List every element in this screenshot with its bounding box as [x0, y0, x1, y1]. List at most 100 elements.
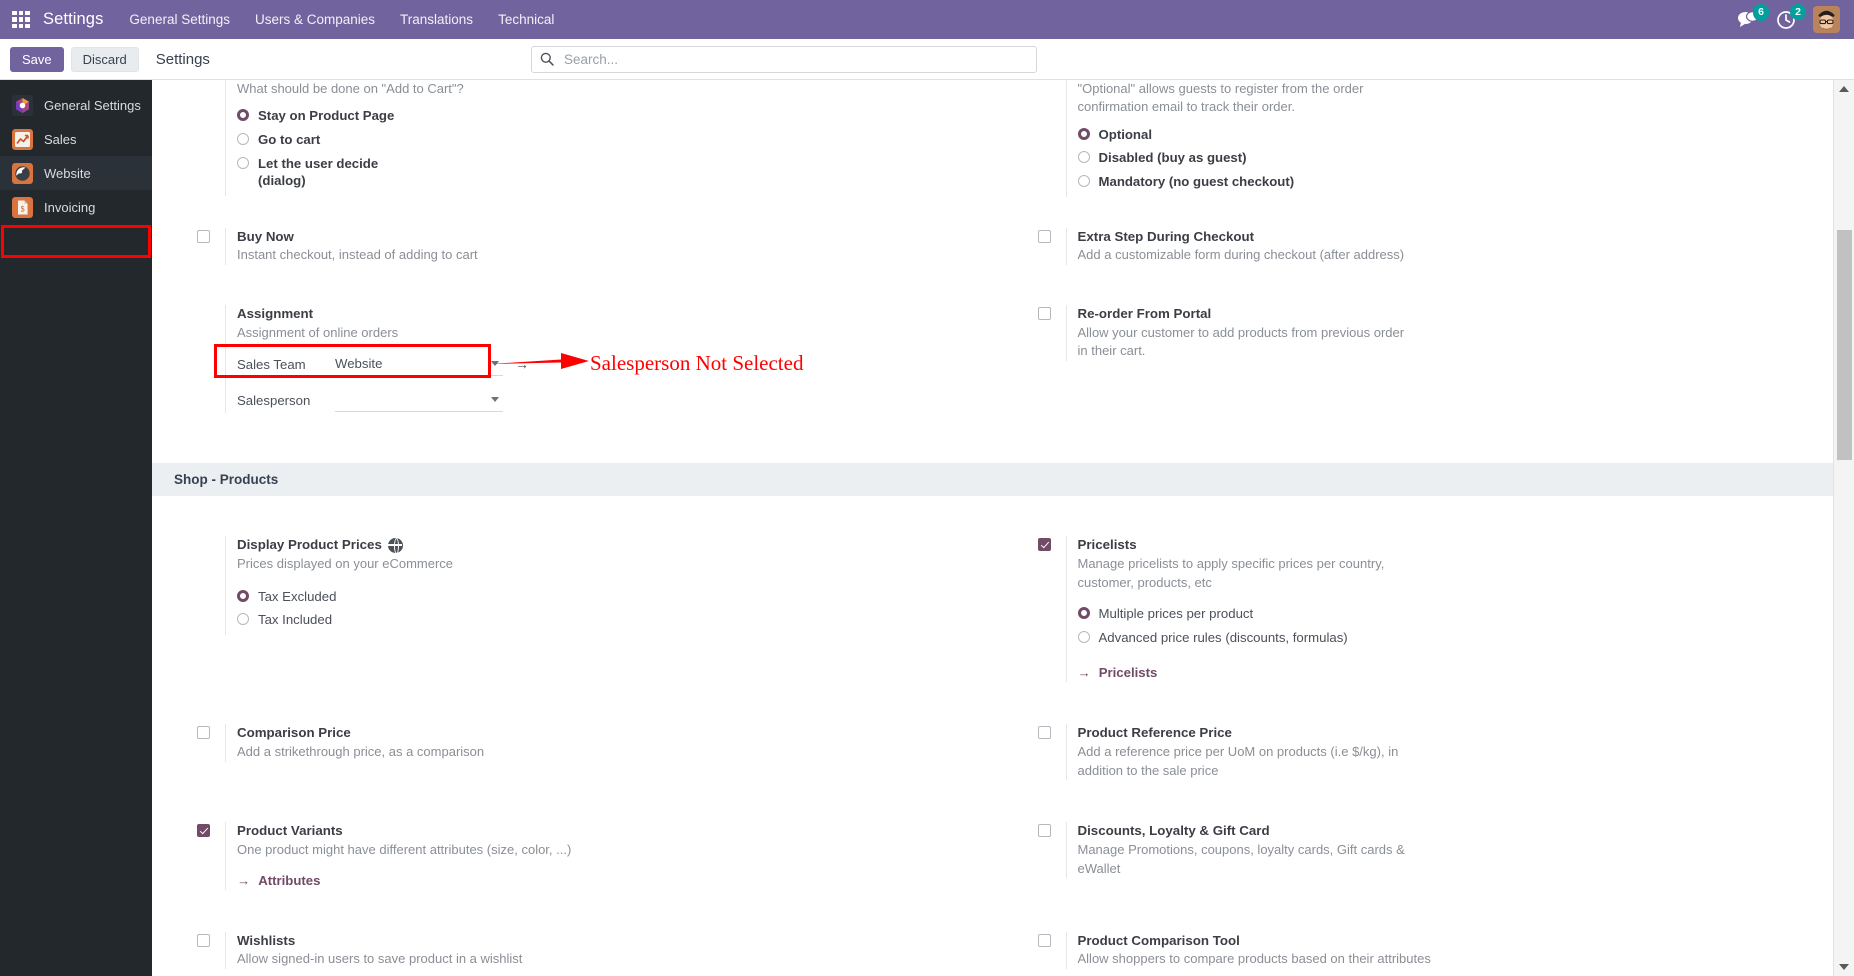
discard-button[interactable]: Discard	[70, 46, 139, 72]
right-column-top: "Optional" allows guests to register fro…	[993, 80, 1834, 206]
chevron-down-icon[interactable]	[491, 397, 499, 403]
website-highlight-annotation	[1, 225, 151, 258]
pricelist-mode-radio-group: Multiple prices per product Advanced pri…	[1077, 605, 1834, 647]
sales-chart-icon	[12, 128, 33, 150]
radio-go-to-cart[interactable]: Go to cart	[237, 131, 993, 149]
radio-label-multiple-prices: Multiple prices per product	[1098, 606, 1254, 622]
radio-label-let-user-decide: Let the user decide (dialog)	[258, 155, 379, 189]
sidebar-item-invoicing[interactable]: $ Invoicing	[0, 190, 152, 224]
label-salesperson: Salesperson	[237, 392, 311, 408]
checkbox-product-variants[interactable]	[197, 824, 210, 838]
radio-advanced-price-rules[interactable]: Advanced price rules (discounts, formula…	[1077, 629, 1834, 647]
search-input[interactable]	[562, 50, 1028, 68]
navbar-right-tools: 6 2	[1737, 3, 1840, 33]
guest-registration-radio-group: Optional Disabled (buy as guest) Mandato…	[1077, 126, 1834, 191]
checkbox-extra-step-during-checkout[interactable]	[1037, 229, 1051, 243]
desc-assignment: Assignment of online orders	[237, 324, 399, 340]
radio-tax-excluded[interactable]: Tax Excluded	[237, 588, 993, 606]
checkbox-wishlists[interactable]	[197, 933, 210, 947]
sidebar-item-website[interactable]: Website	[0, 156, 152, 190]
link-label-pricelists: Pricelists	[1098, 665, 1158, 681]
messages-menu[interactable]: 6	[1737, 4, 1769, 29]
menu-general-settings[interactable]: General Settings	[129, 12, 230, 27]
product-variants-row: Product Variants One product might have …	[152, 813, 1833, 898]
add-to-cart-question: What should be done on "Add to Cart"?	[237, 81, 464, 96]
user-avatar-icon	[1813, 6, 1840, 33]
label-product-variants: Product Variants	[237, 823, 343, 839]
desc-product-comparison-tool: Allow shoppers to compare products based…	[1077, 951, 1431, 967]
scrollbar-thumb[interactable]	[1837, 230, 1852, 460]
radio-multiple-prices-per-product[interactable]: Multiple prices per product	[1077, 605, 1834, 623]
app-brand-settings[interactable]: Settings	[43, 10, 103, 29]
setting-pricelists: Pricelists Manage pricelists to apply sp…	[993, 527, 1834, 691]
field-salesperson: Salesperson	[237, 387, 993, 413]
sidebar-label-invoicing: Invoicing	[44, 199, 96, 215]
setting-product-reference-price: Product Reference Price Add a reference …	[993, 715, 1834, 789]
setting-extra-step: Extra Step During Checkout Add a customi…	[993, 219, 1834, 274]
radio-let-user-decide[interactable]: Let the user decide (dialog)	[237, 155, 993, 190]
chevron-down-icon[interactable]	[491, 361, 499, 367]
link-attributes[interactable]: → Attributes	[237, 873, 320, 888]
menu-translations[interactable]: Translations	[400, 12, 473, 27]
setting-assignment: Assignment Assignment of online orders S…	[152, 296, 993, 422]
checkbox-reorder-from-portal[interactable]	[1037, 306, 1051, 320]
desc-discounts-loyalty: Manage Promotions, coupons, loyalty card…	[1077, 842, 1405, 876]
desc-comparison-price: Add a strikethrough price, as a comparis…	[237, 744, 485, 760]
avatar[interactable]	[1813, 6, 1840, 33]
radio-label-mandatory: Mandatory (no guest checkout)	[1098, 174, 1295, 189]
menu-users-companies[interactable]: Users & Companies	[255, 12, 375, 27]
checkbox-product-comparison-tool[interactable]	[1037, 933, 1051, 947]
menu-technical[interactable]: Technical	[498, 12, 554, 27]
checkbox-product-reference-price[interactable]	[1037, 726, 1051, 740]
setting-product-variants: Product Variants One product might have …	[152, 813, 993, 898]
radio-stay-on-product-page[interactable]: Stay on Product Page	[237, 107, 993, 125]
radio-tax-included[interactable]: Tax Included	[237, 611, 993, 629]
label-comparison-price: Comparison Price	[237, 725, 351, 741]
salesperson-dropdown[interactable]	[335, 388, 503, 413]
checkbox-buy-now[interactable]	[197, 229, 210, 243]
arrow-right-icon: →	[237, 872, 251, 888]
label-product-reference-price: Product Reference Price	[1077, 725, 1232, 741]
internal-link-arrow-icon[interactable]: →	[515, 357, 529, 371]
scroll-down-arrow-icon[interactable]	[1839, 964, 1849, 970]
checkbox-discounts-loyalty-gift-card[interactable]	[1037, 824, 1051, 838]
setting-comparison-price: Comparison Price Add a strikethrough pri…	[152, 715, 993, 770]
radio-mandatory-no-guest[interactable]: Mandatory (no guest checkout)	[1077, 173, 1834, 191]
checkbox-pricelists[interactable]	[1037, 538, 1051, 552]
control-panel: Save Discard Settings	[0, 39, 1854, 80]
assignment-row: Assignment Assignment of online orders S…	[152, 296, 1833, 422]
checkbox-comparison-price[interactable]	[197, 726, 210, 740]
top-navbar: Settings General Settings Users & Compan…	[0, 0, 1854, 39]
search-icon	[540, 52, 554, 66]
vertical-scrollbar[interactable]	[1833, 80, 1854, 976]
sales-team-dropdown[interactable]: Website	[335, 352, 503, 377]
activities-menu[interactable]: 2	[1776, 3, 1806, 30]
desc-buy-now: Instant checkout, instead of adding to c…	[237, 247, 478, 263]
tax-display-radio-group: Tax Excluded Tax Included	[237, 588, 993, 629]
save-button[interactable]: Save	[10, 46, 64, 72]
sidebar-item-sales[interactable]: Sales	[0, 122, 152, 156]
wishlists-row: Wishlists Allow signed-in users to save …	[152, 923, 1833, 976]
sales-team-value: Website	[335, 356, 383, 372]
setting-buy-now: Buy Now Instant checkout, instead of add…	[152, 219, 993, 274]
scroll-up-arrow-icon[interactable]	[1839, 86, 1849, 92]
link-pricelists[interactable]: → Pricelists	[1078, 665, 1158, 680]
radio-label-advanced-price-rules: Advanced price rules (discounts, formula…	[1098, 629, 1348, 645]
sidebar-item-general-settings[interactable]: General Settings	[0, 88, 152, 122]
search-bar[interactable]	[531, 45, 1037, 73]
label-buy-now: Buy Now	[237, 228, 294, 244]
desc-wishlists: Allow signed-in users to save product in…	[237, 951, 523, 967]
radio-icon-selected	[1077, 127, 1090, 140]
radio-icon	[237, 133, 249, 145]
checkout-options-row: What should be done on "Add to Cart"? St…	[152, 80, 1833, 206]
settings-scroll-area[interactable]: What should be done on "Add to Cart"? St…	[152, 80, 1854, 976]
invoice-document-icon: $	[12, 196, 33, 218]
sidebar-label-general-settings: General Settings	[44, 97, 141, 113]
apps-grid-icon[interactable]	[8, 7, 34, 33]
radio-optional[interactable]: Optional	[1077, 126, 1834, 144]
prices-row: Display Product Prices Prices displayed …	[152, 527, 1833, 691]
radio-disabled-buy-as-guest[interactable]: Disabled (buy as guest)	[1077, 149, 1834, 167]
guest-registration-block: "Optional" allows guests to register fro…	[1065, 80, 1834, 197]
radio-icon	[1077, 175, 1090, 187]
page-title: Settings	[155, 50, 210, 68]
